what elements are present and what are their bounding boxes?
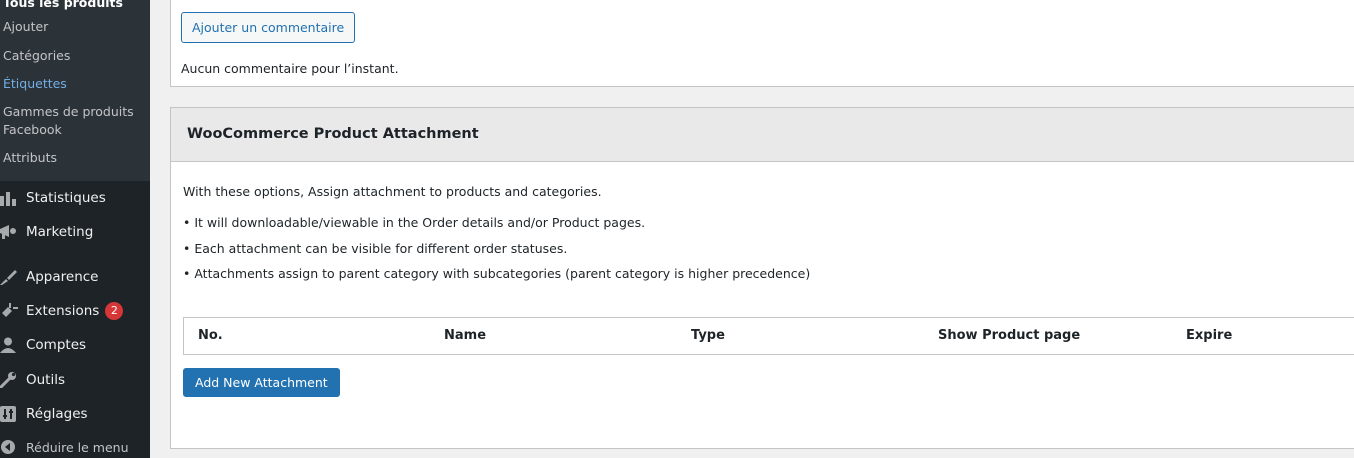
menu-item-settings[interactable]: Réglages [0, 397, 150, 431]
box-header[interactable]: WooCommerce Product Attachment [171, 108, 1354, 162]
collapse-menu-button[interactable]: Réduire le menu [0, 430, 150, 458]
menu-item-label: Réglages [26, 406, 88, 422]
menu-item-extensions[interactable]: Extensions 2 [0, 294, 150, 328]
menu-item-label: Statistiques [26, 190, 106, 206]
column-header-type: Type [691, 328, 725, 343]
product-attachment-box: WooCommerce Product Attachment With thes… [170, 107, 1354, 449]
intro-text: With these options, Assign attachment to… [183, 184, 602, 199]
paintbrush-icon [0, 267, 22, 287]
submenu-attributes[interactable]: Attributs [3, 149, 57, 167]
admin-sidebar: Tous les produits Ajouter Catégories Éti… [0, 0, 150, 458]
no-comments-text: Aucun commentaire pour l’instant. [181, 61, 399, 76]
menu-item-tools[interactable]: Outils [0, 363, 150, 397]
menu-item-label: Extensions [26, 303, 100, 319]
collapse-arrow-icon [0, 437, 22, 457]
attachments-table-header: No. Name Type Show Product page Expire [183, 317, 1354, 355]
menu-item-label: Comptes [26, 337, 87, 353]
bullet-item: • Attachments assign to parent category … [183, 266, 811, 281]
menu-item-appearance[interactable]: Apparence [0, 260, 150, 294]
menu-item-accounts[interactable]: Comptes [0, 328, 150, 362]
settings-sliders-icon [0, 404, 22, 424]
products-submenu: Tous les produits Ajouter Catégories Éti… [0, 0, 150, 181]
plugin-icon [0, 301, 22, 321]
menu-item-marketing[interactable]: Marketing [0, 215, 150, 249]
comments-box: Ajouter un commentaire Aucun commentaire… [170, 0, 1354, 87]
submenu-add[interactable]: Ajouter [3, 18, 48, 36]
menu-item-label: Outils [26, 372, 66, 388]
submenu-tags[interactable]: Étiquettes [3, 75, 67, 93]
box-title: WooCommerce Product Attachment [187, 126, 479, 142]
submenu-categories[interactable]: Catégories [3, 47, 70, 65]
bar-chart-icon [0, 188, 22, 208]
add-comment-button[interactable]: Ajouter un commentaire [181, 12, 356, 43]
add-new-attachment-button[interactable]: Add New Attachment [183, 368, 340, 397]
column-header-name: Name [444, 328, 487, 343]
user-icon [0, 335, 22, 355]
bullet-item: • Each attachment can be visible for dif… [183, 241, 568, 256]
menu-item-label: Réduire le menu [26, 439, 129, 455]
submenu-product-ranges[interactable]: Gammes de produits [3, 103, 134, 121]
column-header-expire: Expire [1186, 328, 1233, 343]
bullet-item: • It will downloadable/viewable in the O… [183, 215, 646, 230]
submenu-all-products[interactable]: Tous les produits [3, 0, 123, 12]
menu-item-statistics[interactable]: Statistiques [0, 181, 150, 215]
menu-item-label: Marketing [26, 224, 94, 240]
megaphone-icon [0, 222, 22, 242]
menu-item-label: Apparence [26, 269, 99, 285]
submenu-facebook[interactable]: Facebook [3, 121, 62, 139]
column-header-no: No. [198, 328, 223, 343]
column-header-show-product-page: Show Product page [938, 328, 1081, 343]
wrench-icon [0, 370, 22, 390]
update-count-badge: 2 [105, 302, 124, 320]
